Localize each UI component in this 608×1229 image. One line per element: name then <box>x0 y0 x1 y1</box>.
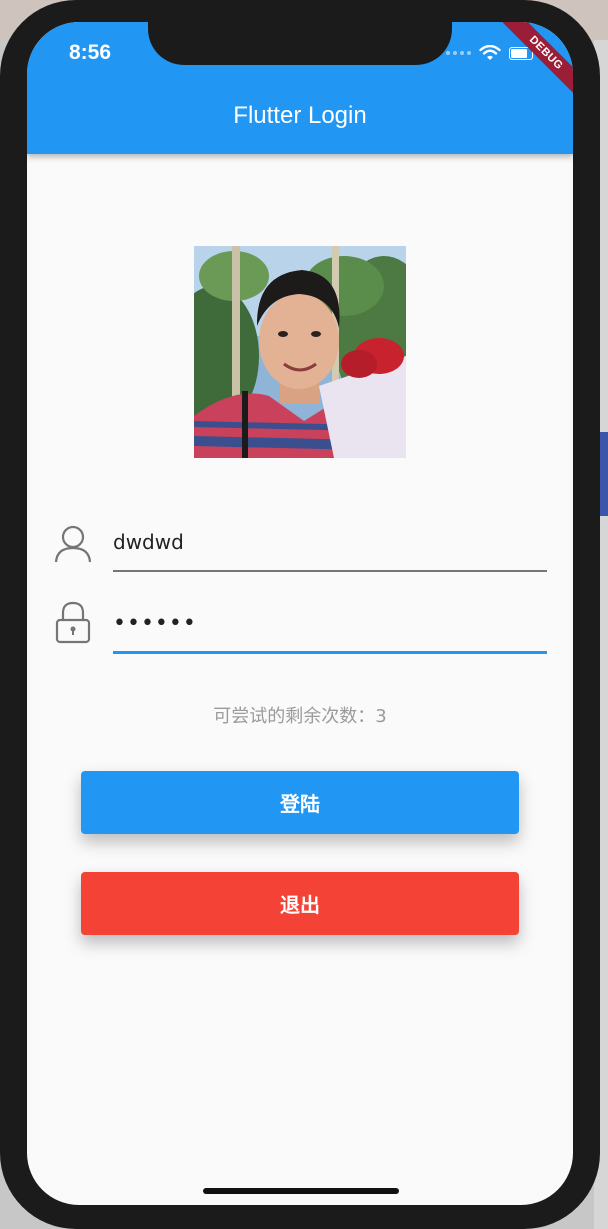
profile-photo <box>194 246 406 458</box>
signal-dots-icon <box>446 51 471 55</box>
phone-notch <box>148 20 452 65</box>
phone-frame: 8:56 Flutter Login DEBUG dwdwd •••••• 可尝… <box>0 0 600 1229</box>
username-input[interactable] <box>113 520 547 564</box>
login-button[interactable]: 登陆 <box>81 771 519 834</box>
username-underline <box>113 570 547 572</box>
phone-screen: 8:56 Flutter Login DEBUG dwdwd •••••• 可尝… <box>27 22 573 1205</box>
password-underline <box>113 651 547 654</box>
password-input[interactable]: •••••• <box>113 602 547 646</box>
profile-photo-image <box>194 246 406 458</box>
home-indicator[interactable] <box>203 1188 399 1194</box>
app-bar-title: Flutter Login <box>233 102 367 129</box>
status-time: 8:56 <box>69 41 112 64</box>
status-icons <box>446 43 533 63</box>
wifi-icon <box>479 45 501 60</box>
exit-button[interactable]: 退出 <box>81 872 519 935</box>
lock-icon <box>55 601 91 644</box>
password-row: •••••• <box>54 601 547 662</box>
person-icon <box>54 525 92 563</box>
username-row <box>54 520 547 580</box>
remaining-attempts-text: 可尝试的剩余次数：3 <box>213 706 387 727</box>
